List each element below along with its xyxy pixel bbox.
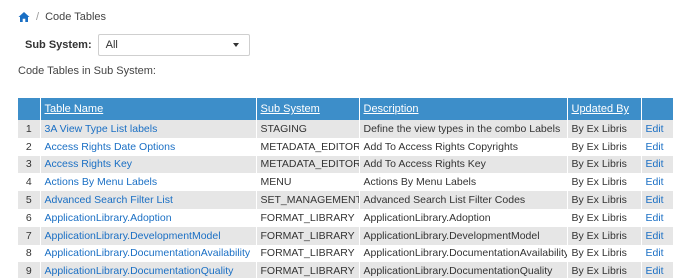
sub-system-cell: METADATA_EDITOR <box>255 137 359 156</box>
section-label: Code Tables in Sub System: <box>18 65 156 77</box>
breadcrumb-separator: / <box>36 11 40 23</box>
home-icon[interactable] <box>18 11 30 23</box>
description-cell: Add To Access Rights Key <box>358 155 567 174</box>
edit-link[interactable]: Edit <box>640 262 673 278</box>
description-cell: ApplicationLibrary.DevelopmentModel <box>358 226 567 245</box>
row-number: 8 <box>18 244 40 263</box>
header-updated-by[interactable]: Updated By <box>566 98 641 120</box>
updated-by-cell: By Ex Libris <box>566 262 641 278</box>
row-number: 6 <box>18 208 40 227</box>
updated-by-cell: By Ex Libris <box>566 208 641 227</box>
updated-by-cell: By Ex Libris <box>566 226 641 245</box>
table-name-link[interactable]: ApplicationLibrary.Adoption <box>39 208 256 227</box>
row-number: 2 <box>18 137 40 156</box>
header-action <box>640 98 673 120</box>
sub-system-select[interactable]: All <box>97 34 250 56</box>
table-name-link[interactable]: ApplicationLibrary.DocumentationAvailabi… <box>39 244 256 263</box>
sub-system-cell: FORMAT_LIBRARY <box>255 226 359 245</box>
header-sub-system-label[interactable]: Sub System <box>261 103 320 115</box>
sub-system-label: Sub System: <box>25 39 92 51</box>
table-name-link[interactable]: Access Rights Key <box>39 155 256 174</box>
code-tables-table: Table Name Sub System Description Update… <box>18 98 673 278</box>
table-row: 8 ApplicationLibrary.DocumentationAvaila… <box>18 244 673 263</box>
table-name-link[interactable]: 3A View Type List labels <box>39 120 256 138</box>
edit-link[interactable]: Edit <box>640 208 673 227</box>
header-sub-system[interactable]: Sub System <box>255 98 359 120</box>
sub-system-filter: Sub System: All <box>25 34 250 56</box>
description-cell: Add To Access Rights Copyrights <box>358 137 567 156</box>
sub-system-cell: METADATA_EDITOR <box>255 155 359 174</box>
edit-link[interactable]: Edit <box>640 137 673 156</box>
table-header-row: Table Name Sub System Description Update… <box>18 98 673 120</box>
edit-link[interactable]: Edit <box>640 173 673 192</box>
table-name-link[interactable]: Access Rights Date Options <box>39 137 256 156</box>
updated-by-cell: By Ex Libris <box>566 155 641 174</box>
edit-link[interactable]: Edit <box>640 226 673 245</box>
breadcrumb: / Code Tables <box>18 9 106 25</box>
header-description-label[interactable]: Description <box>364 103 419 115</box>
edit-link[interactable]: Edit <box>640 191 673 209</box>
updated-by-cell: By Ex Libris <box>566 120 641 138</box>
edit-link[interactable]: Edit <box>640 155 673 174</box>
table-row: 2 Access Rights Date Options METADATA_ED… <box>18 137 673 156</box>
table-row: 9 ApplicationLibrary.DocumentationQualit… <box>18 262 673 278</box>
sub-system-cell: FORMAT_LIBRARY <box>255 262 359 278</box>
sub-system-cell: MENU <box>255 173 359 192</box>
header-row-number <box>18 98 40 120</box>
table-row: 6 ApplicationLibrary.Adoption FORMAT_LIB… <box>18 208 673 227</box>
table-row: 5 Advanced Search Filter List SET_MANAGE… <box>18 191 673 209</box>
updated-by-cell: By Ex Libris <box>566 244 641 263</box>
description-cell: ApplicationLibrary.DocumentationQuality <box>358 262 567 278</box>
row-number: 5 <box>18 191 40 209</box>
row-number: 7 <box>18 226 40 245</box>
row-number: 1 <box>18 120 40 138</box>
description-cell: Actions By Menu Labels <box>358 173 567 192</box>
updated-by-cell: By Ex Libris <box>566 137 641 156</box>
sub-system-cell: SET_MANAGEMENT <box>255 191 359 209</box>
row-number: 3 <box>18 155 40 174</box>
header-table-name[interactable]: Table Name <box>39 98 256 120</box>
table-name-link[interactable]: ApplicationLibrary.DocumentationQuality <box>39 262 256 278</box>
updated-by-cell: By Ex Libris <box>566 191 641 209</box>
sub-system-cell: STAGING <box>255 120 359 138</box>
description-cell: Define the view types in the combo Label… <box>358 120 567 138</box>
table-row: 7 ApplicationLibrary.DevelopmentModel FO… <box>18 226 673 245</box>
table-row: 3 Access Rights Key METADATA_EDITOR Add … <box>18 155 673 174</box>
header-table-name-label[interactable]: Table Name <box>45 103 104 115</box>
caret-down-icon <box>232 43 239 47</box>
sub-system-selected-value: All <box>105 39 118 51</box>
table-row: 4 Actions By Menu Labels MENU Actions By… <box>18 173 673 192</box>
table-name-link[interactable]: ApplicationLibrary.DevelopmentModel <box>39 226 256 245</box>
description-cell: ApplicationLibrary.Adoption <box>358 208 567 227</box>
updated-by-cell: By Ex Libris <box>566 173 641 192</box>
page-title: Code Tables <box>45 11 107 23</box>
row-number: 4 <box>18 173 40 192</box>
row-number: 9 <box>18 262 40 278</box>
header-updated-by-label[interactable]: Updated By <box>572 103 629 115</box>
sub-system-cell: FORMAT_LIBRARY <box>255 208 359 227</box>
table-row: 1 3A View Type List labels STAGING Defin… <box>18 120 673 138</box>
edit-link[interactable]: Edit <box>640 120 673 138</box>
header-description[interactable]: Description <box>358 98 567 120</box>
description-cell: ApplicationLibrary.DocumentationAvailabi… <box>358 244 567 263</box>
table-name-link[interactable]: Actions By Menu Labels <box>39 173 256 192</box>
table-name-link[interactable]: Advanced Search Filter List <box>39 191 256 209</box>
edit-link[interactable]: Edit <box>640 244 673 263</box>
sub-system-cell: FORMAT_LIBRARY <box>255 244 359 263</box>
description-cell: Advanced Search List Filter Codes <box>358 191 567 209</box>
